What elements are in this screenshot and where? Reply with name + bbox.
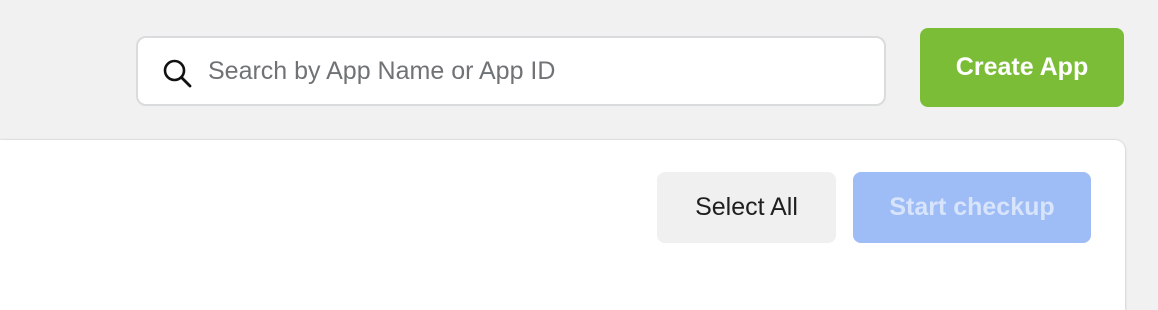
search-box[interactable]: [136, 36, 886, 106]
start-checkup-button[interactable]: Start checkup: [853, 172, 1091, 243]
search-input[interactable]: [208, 38, 868, 104]
select-all-button[interactable]: Select All: [657, 172, 836, 243]
create-app-button[interactable]: Create App: [920, 28, 1124, 107]
search-icon: [162, 58, 192, 88]
main-panel: Select All Start checkup: [0, 140, 1125, 310]
